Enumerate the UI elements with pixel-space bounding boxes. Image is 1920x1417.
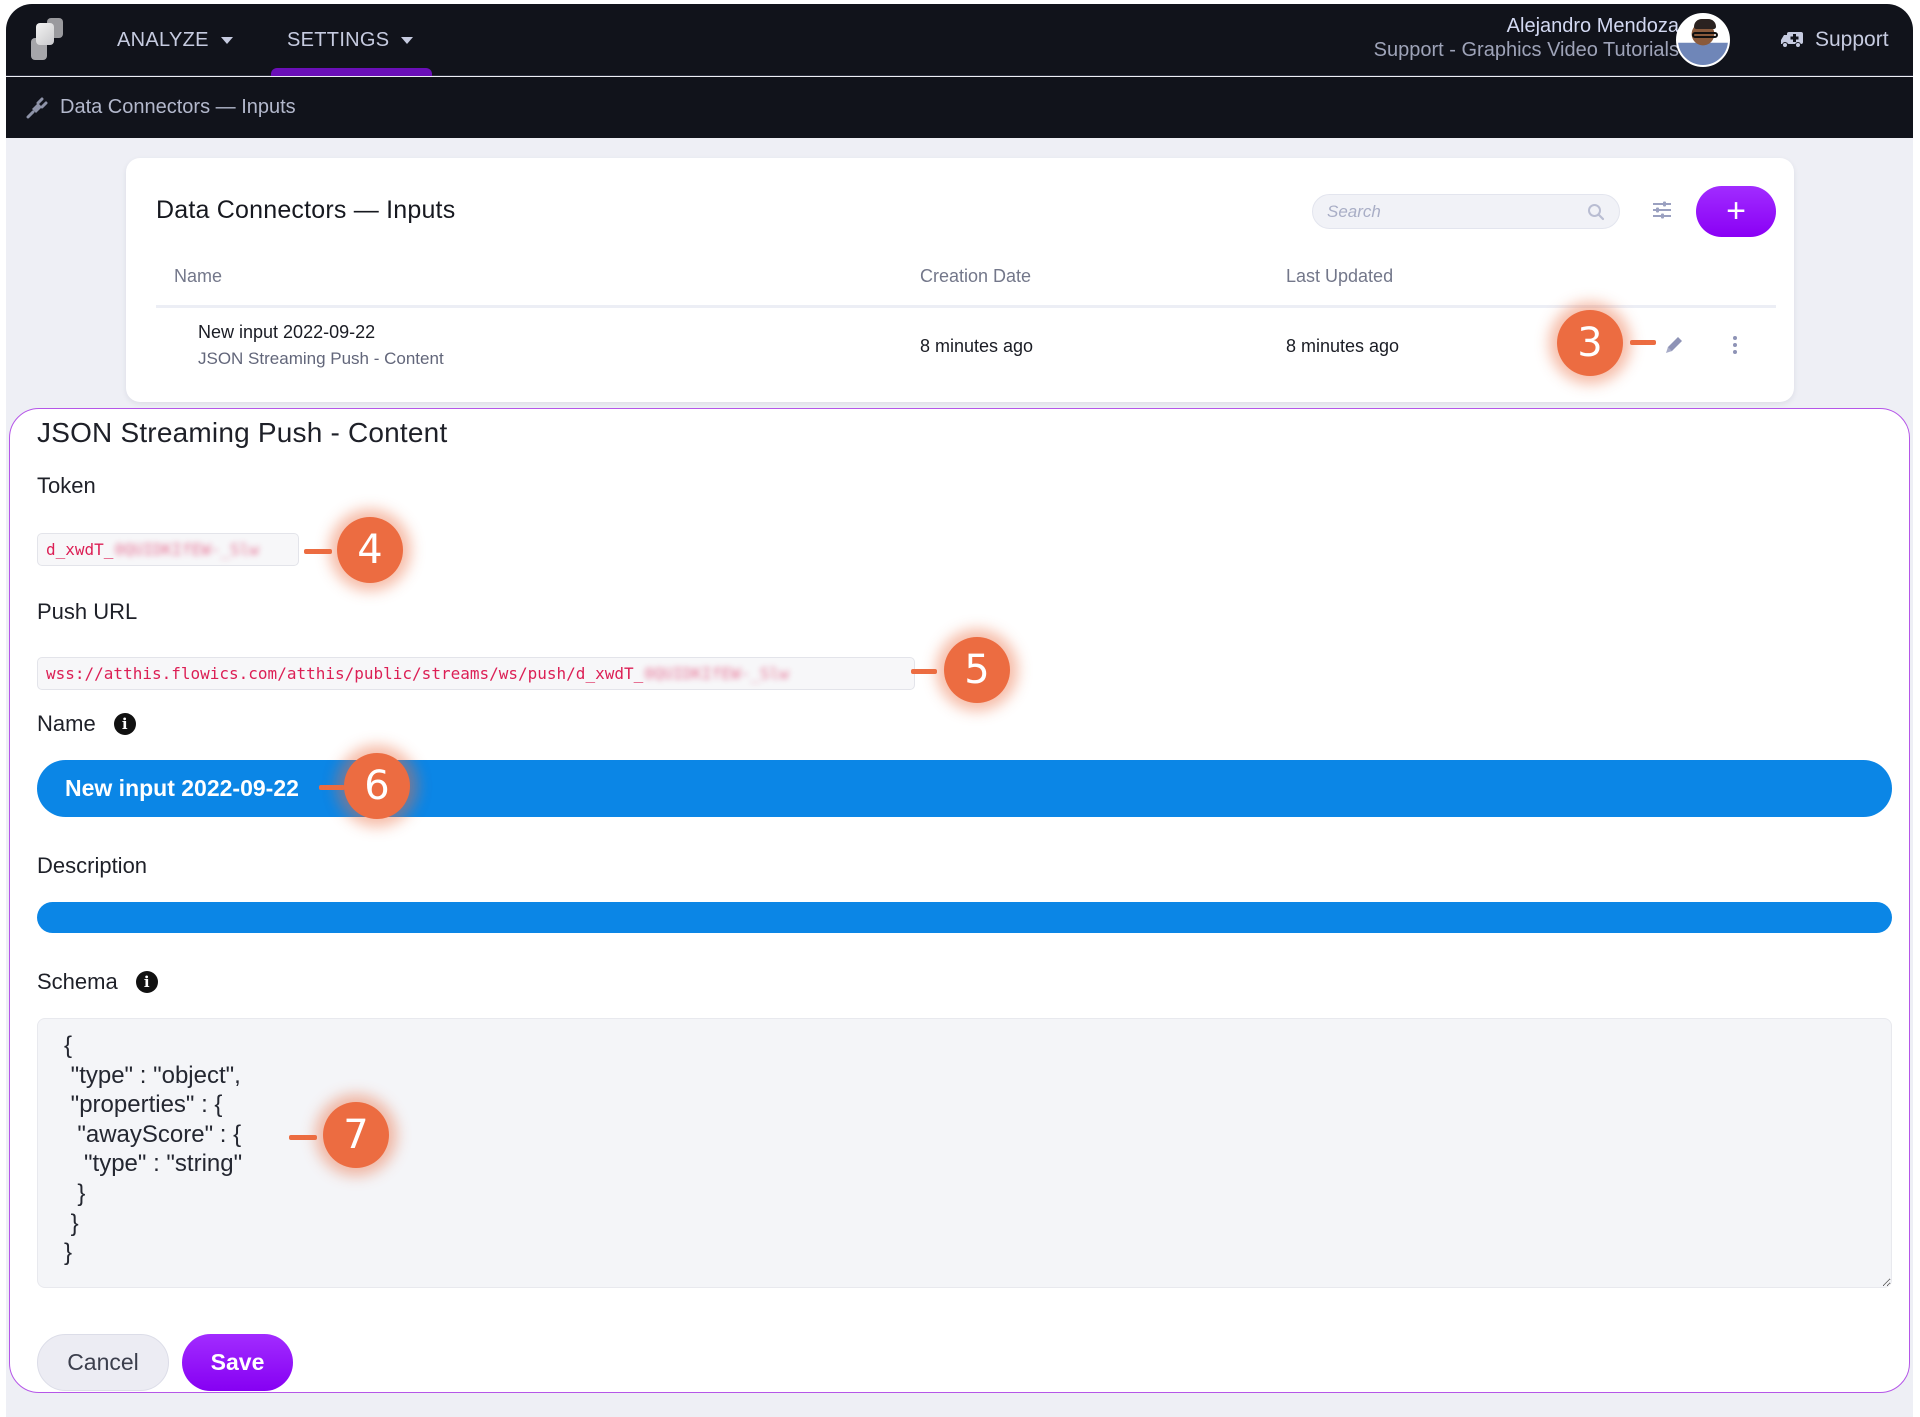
pencil-icon[interactable]: [1663, 334, 1685, 356]
user-org: Support - Graphics Video Tutorials: [1373, 39, 1679, 61]
add-input-button[interactable]: +: [1696, 186, 1776, 237]
schema-textarea[interactable]: { "type" : "object", "properties" : { "a…: [37, 1018, 1892, 1288]
row-name: New input 2022-09-22: [198, 322, 376, 342]
caret-down-icon: [220, 36, 233, 44]
token-label: Token: [37, 473, 96, 498]
plug-icon: [26, 97, 48, 118]
schema-label: Schema i: [37, 969, 158, 995]
token-redacted: 0QUIDKIfEW-_Slw: [114, 540, 259, 559]
table-divider: [156, 305, 1776, 308]
user-name: Alejandro Mendoza: [1506, 15, 1679, 37]
row-creation-date: 8 minutes ago: [920, 336, 1034, 356]
nav-settings[interactable]: SETTINGS: [287, 4, 414, 76]
cancel-button[interactable]: Cancel: [37, 1334, 169, 1391]
ambulance-icon: [1781, 32, 1803, 48]
nav-settings-label: SETTINGS: [287, 28, 390, 51]
row-type: JSON Streaming Push - Content: [198, 349, 444, 368]
info-icon[interactable]: i: [113, 713, 136, 735]
column-header-name[interactable]: Name: [174, 266, 222, 287]
app-logo[interactable]: [28, 16, 70, 60]
top-nav: ANALYZE SETTINGS Alejandro Mendoza Suppo…: [6, 4, 1913, 76]
search-icon: [1588, 204, 1605, 221]
push-url-redacted: 0QUIDKIfEW-_Slw: [644, 664, 789, 683]
breadcrumb-label[interactable]: Data Connectors — Inputs: [60, 96, 296, 119]
column-header-creation-date[interactable]: Creation Date: [920, 266, 1031, 287]
filter-sliders-icon[interactable]: [1650, 198, 1674, 222]
annotation-connector: [319, 785, 345, 790]
annotation-connector: [289, 1135, 317, 1140]
form-title: JSON Streaming Push - Content: [37, 417, 448, 448]
page-title: Data Connectors — Inputs: [156, 196, 456, 224]
push-url-label: Push URL: [37, 599, 138, 624]
caret-down-icon: [401, 36, 414, 44]
avatar[interactable]: [1676, 13, 1730, 67]
annotation-marker-5: 5: [944, 637, 1010, 703]
info-icon[interactable]: i: [135, 971, 158, 993]
breadcrumb: Data Connectors — Inputs: [6, 77, 1913, 138]
annotation-connector: [911, 669, 937, 674]
description-label: Description: [37, 853, 148, 878]
token-value[interactable]: d_xwdT_ 0QUIDKIfEW-_Slw: [37, 533, 299, 566]
name-input[interactable]: [37, 760, 1892, 817]
save-button[interactable]: Save: [182, 1334, 293, 1391]
annotation-connector: [1630, 340, 1656, 345]
active-tab-indicator: [271, 68, 432, 76]
inputs-card: Data Connectors — Inputs + Name Creation…: [126, 158, 1794, 402]
app-page: ANALYZE SETTINGS Alejandro Mendoza Suppo…: [6, 4, 1913, 1417]
user-info[interactable]: Alejandro Mendoza Support - Graphics Vid…: [1374, 14, 1679, 62]
push-url-value[interactable]: wss://atthis.flowics.com/atthis/public/s…: [37, 657, 915, 690]
search-input[interactable]: [1327, 195, 1577, 228]
input-edit-form: JSON Streaming Push - Content Token d_xw…: [9, 408, 1910, 1393]
search-box[interactable]: [1312, 194, 1620, 229]
column-header-last-updated[interactable]: Last Updated: [1286, 266, 1393, 287]
nav-analyze[interactable]: ANALYZE: [117, 4, 233, 76]
nav-analyze-label: ANALYZE: [117, 28, 209, 51]
annotation-marker-7: 7: [323, 1102, 389, 1168]
name-label: Name i: [37, 711, 136, 737]
annotation-marker-3: 3: [1557, 310, 1623, 376]
support-label: Support: [1815, 28, 1889, 51]
more-vertical-icon[interactable]: [1730, 334, 1740, 356]
description-input[interactable]: [37, 902, 1892, 933]
support-link[interactable]: Support: [1781, 4, 1889, 76]
row-last-updated: 8 minutes ago: [1286, 336, 1400, 356]
annotation-marker-4: 4: [337, 517, 403, 583]
annotation-connector: [304, 549, 332, 554]
annotation-marker-6: 6: [344, 753, 410, 819]
